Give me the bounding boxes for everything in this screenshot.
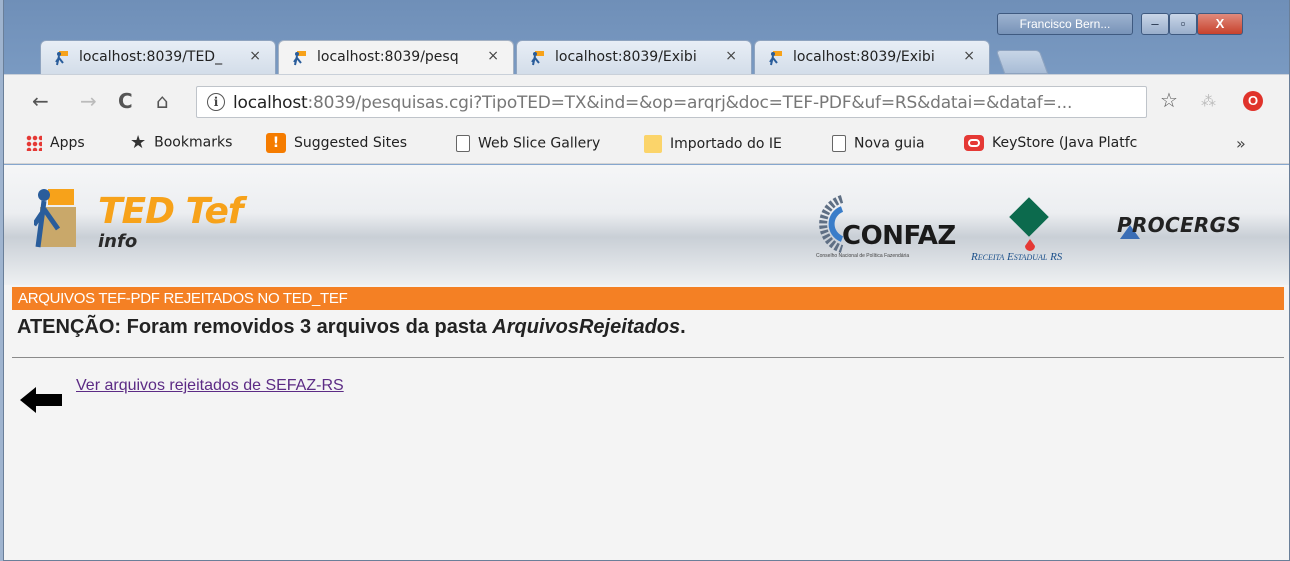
more-bookmarks-icon[interactable]: » <box>1236 134 1246 153</box>
minimize-button[interactable]: – <box>1141 13 1169 35</box>
app-favicon-icon <box>531 51 544 66</box>
notice-prefix: ATENÇÃO: Foram removidos 3 arquivos da p… <box>17 316 493 338</box>
url-host: localhost <box>233 93 308 113</box>
home-icon[interactable]: ⌂ <box>156 89 169 113</box>
page-icon <box>832 135 846 152</box>
bookmark-web-slice-gallery[interactable]: Web Slice Gallery <box>456 135 600 152</box>
apps-grid-icon <box>26 135 42 151</box>
bookmark-label: KeyStore (Java Platfc <box>992 135 1138 151</box>
site-banner: TED Tef info CONFAZ Conselho Nacional de… <box>4 165 1289 285</box>
new-tab-button[interactable] <box>995 50 1049 74</box>
tab-label: localhost:8039/Exibi <box>793 49 935 65</box>
bookmark-keystore[interactable]: KeyStore (Java Platfc <box>964 135 1137 151</box>
notice-folder: ArquivosRejeitados <box>492 316 681 338</box>
bookmark-label: Web Slice Gallery <box>478 135 601 152</box>
app-favicon-icon <box>55 51 68 66</box>
close-window-button[interactable]: X <box>1197 13 1243 35</box>
receita-logo: Receita Estadual RS <box>967 195 1097 265</box>
tab-label: localhost:8039/Exibi <box>555 49 697 65</box>
notice-message: ATENÇÃO: Foram removidos 3 arquivos da p… <box>17 316 686 339</box>
suggested-sites-icon: ! <box>266 133 286 153</box>
bookmark-apps[interactable]: Apps <box>26 135 85 151</box>
toolbar: ← → C ⌂ i localhost:8039/pesquisas.cgi?T… <box>4 74 1289 124</box>
back-link[interactable]: Ver arquivos rejeitados de SEFAZ-RS <box>76 377 344 395</box>
reload-icon[interactable]: C <box>118 89 133 113</box>
opera-extension-icon[interactable]: O <box>1243 91 1263 111</box>
profile-button[interactable]: Francisco Bern... <box>997 13 1133 35</box>
notice-suffix: . <box>680 316 686 338</box>
bookmark-label: Suggested Sites <box>294 135 408 151</box>
bookmark-star-icon[interactable]: ☆ <box>1160 88 1178 113</box>
app-favicon-icon <box>293 51 306 66</box>
tab-close-icon[interactable]: × <box>725 48 737 64</box>
tab-2-active[interactable]: localhost:8039/pesq × <box>278 40 514 74</box>
tab-1[interactable]: localhost:8039/TED_ × <box>40 40 276 74</box>
bookmark-nova-guia[interactable]: Nova guia <box>832 135 925 152</box>
procergs-logo: PROCERGS <box>1117 213 1242 237</box>
tab-close-icon[interactable]: × <box>963 48 975 64</box>
confaz-text: CONFAZ <box>842 221 956 251</box>
divider <box>12 357 1284 358</box>
tab-label: localhost:8039/pesq <box>317 49 459 65</box>
tab-close-icon[interactable]: × <box>249 48 261 64</box>
ted-tef-logo-icon <box>34 189 76 248</box>
browser-window: Francisco Bern... – ▫ X localhost:8039/T… <box>3 0 1290 561</box>
oracle-icon <box>964 135 984 151</box>
bookmark-label: Apps <box>50 135 85 151</box>
forward-icon[interactable]: → <box>80 89 97 113</box>
section-header-bar: ARQUIVOS TEF-PDF REJEITADOS NO TED_TEF <box>12 287 1284 310</box>
tab-3[interactable]: localhost:8039/Exibi × <box>516 40 752 74</box>
page-icon <box>456 135 470 152</box>
confaz-caption: Conselho Nacional de Política Fazendária <box>816 253 910 259</box>
bookmark-importado-ie[interactable]: Importado do IE <box>644 135 782 153</box>
tab-4[interactable]: localhost:8039/Exibi × <box>754 40 990 74</box>
info-icon[interactable]: i <box>207 93 225 111</box>
logo-subtitle: info <box>98 231 138 252</box>
page-content: TED Tef info CONFAZ Conselho Nacional de… <box>4 165 1289 560</box>
url-path: :8039/pesquisas.cgi?TipoTED=TX&ind=&op=a… <box>307 93 1073 113</box>
back-arrow-icon[interactable] <box>20 387 62 413</box>
confaz-logo: CONFAZ Conselho Nacional de Política Faz… <box>812 195 962 259</box>
logo-title: TED Tef <box>98 191 244 232</box>
bookmark-label: Importado do IE <box>670 136 782 152</box>
receita-diamond-icon <box>1009 197 1049 237</box>
extension-icon[interactable]: ⁂ <box>1201 92 1216 110</box>
url-text: localhost:8039/pesquisas.cgi?TipoTED=TX&… <box>233 93 1072 113</box>
bookmark-label: Nova guia <box>854 135 925 152</box>
bookmarks-bar: Apps ★ Bookmarks ! Suggested Sites Web Sli… <box>4 124 1289 164</box>
tab-label: localhost:8039/TED_ <box>79 49 223 65</box>
bookmark-suggested-sites[interactable]: ! Suggested Sites <box>266 133 407 153</box>
receita-drop-icon <box>1025 239 1035 251</box>
confaz-emblem-icon <box>819 195 844 253</box>
bookmark-bookmarks[interactable]: ★ Bookmarks <box>130 132 232 153</box>
maximize-button[interactable]: ▫ <box>1169 13 1197 35</box>
app-favicon-icon <box>769 51 782 66</box>
back-icon[interactable]: ← <box>32 89 49 113</box>
bookmark-label: Bookmarks <box>154 134 233 151</box>
star-icon: ★ <box>130 132 147 153</box>
folder-icon <box>644 135 662 153</box>
tab-close-icon[interactable]: × <box>487 48 499 64</box>
address-bar[interactable]: i localhost:8039/pesquisas.cgi?TipoTED=T… <box>196 86 1147 118</box>
receita-text: Receita Estadual RS <box>971 251 1063 263</box>
